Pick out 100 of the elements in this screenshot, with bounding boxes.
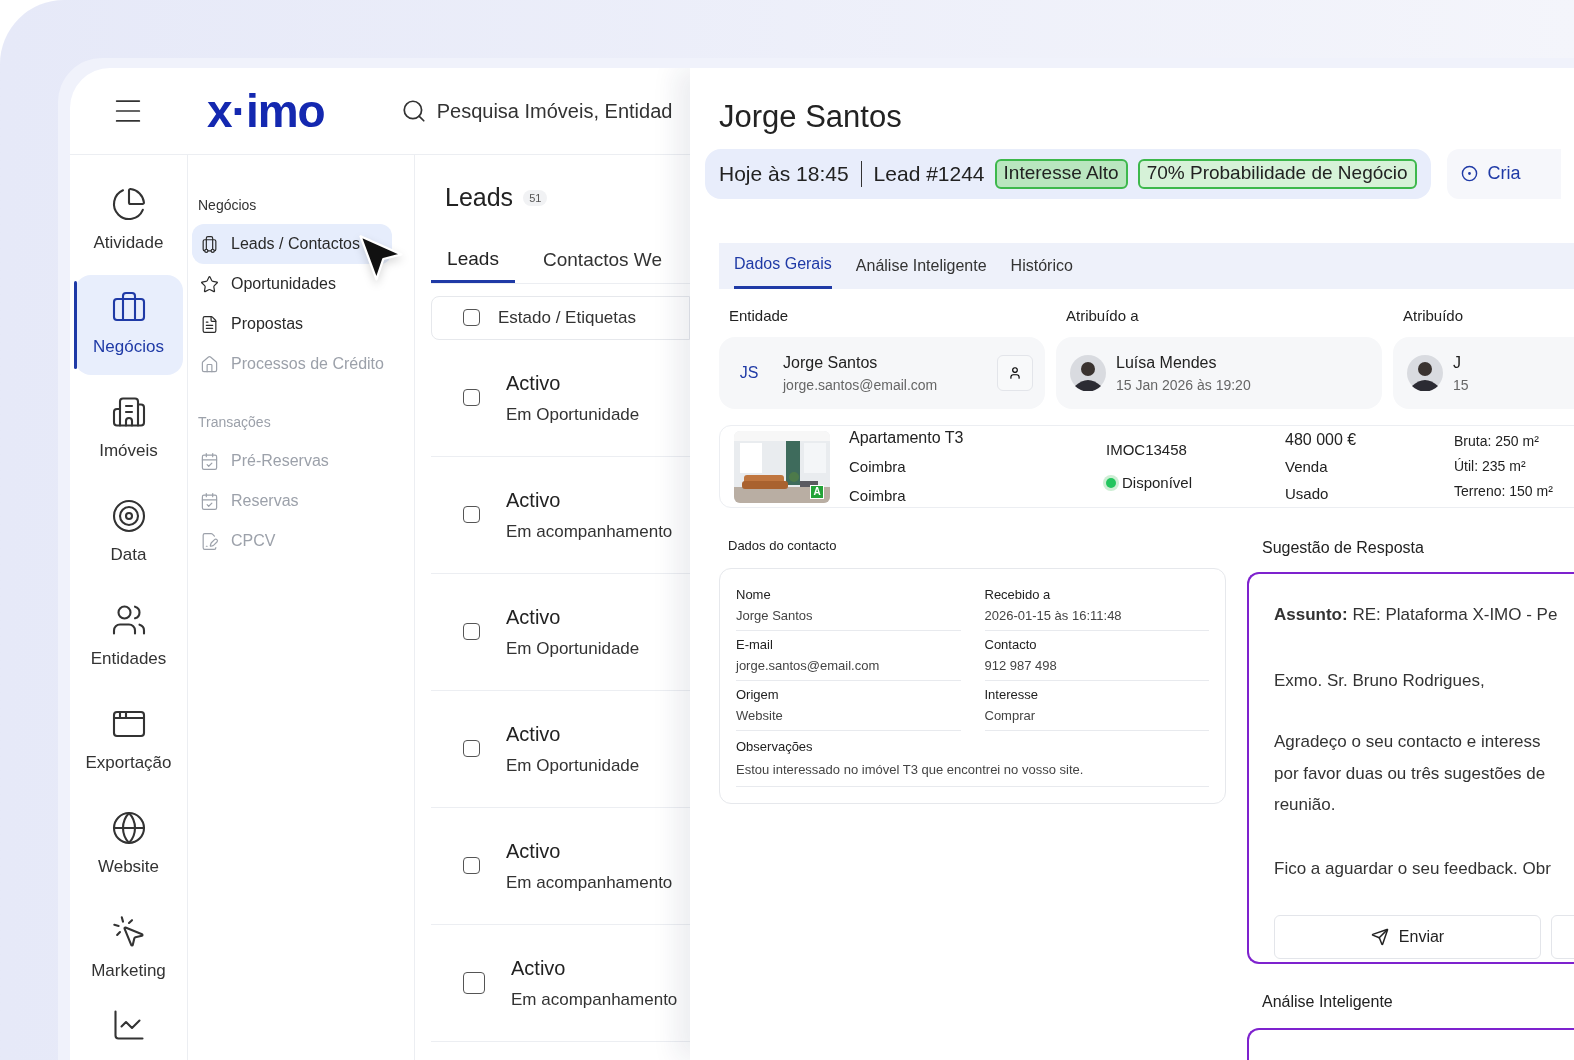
deal-type: Venda	[1285, 457, 1329, 477]
checkbox[interactable]	[463, 857, 480, 874]
lead-status: Activo	[506, 721, 562, 747]
field-label: Nome	[736, 585, 772, 604]
count-badge: 51	[523, 189, 548, 206]
meta-time: Hoje às 18:45	[719, 160, 849, 187]
initials: JS	[738, 363, 760, 383]
checkbox[interactable]	[463, 623, 480, 640]
list-tab[interactable]: Leads	[431, 238, 515, 283]
nav-icon	[110, 498, 147, 535]
section-title: Transações	[197, 413, 272, 432]
field-value: 2026-01-15 às 16:11:48	[984, 607, 1123, 625]
list-tab[interactable]: Contactos We	[529, 238, 676, 283]
lead-status: Activo	[511, 955, 567, 981]
property-area: Terreno: 150 m²	[1454, 481, 1553, 502]
profile-button[interactable]	[997, 355, 1033, 391]
detail-tab[interactable]: Dados Gerais	[734, 242, 832, 289]
property-price: 480 000 €	[1285, 430, 1358, 450]
lead-stage: Em Oportunidade	[506, 403, 640, 426]
logo[interactable]: x·imo	[207, 88, 325, 134]
email-body-line: reunião.	[1274, 794, 1337, 816]
field-label: Atribuído	[1402, 305, 1465, 326]
nav-item[interactable]: Imóveis	[74, 379, 183, 479]
create-button[interactable]: Cria	[1446, 148, 1561, 199]
email-greeting: Exmo. Sr. Bruno Rodrigues,	[1274, 669, 1486, 692]
email-body-line: Agradeço o seu contacto e interess	[1274, 731, 1542, 753]
field-value: Website	[736, 707, 784, 725]
lead-status: Activo	[506, 838, 562, 864]
field-label: Origem	[736, 685, 780, 704]
property-condition: Usado	[1285, 483, 1330, 504]
entity-card[interactable]: JS Jorge Santos jorge.santos@email.com	[719, 337, 1045, 409]
property-reference: IMOC13458	[1106, 440, 1188, 460]
assignee-card[interactable]: J 15	[1393, 337, 1574, 409]
email-closing: Fico a aguardar o seu feedback. Obr	[1274, 857, 1552, 880]
entity-name: Jorge Santos	[783, 352, 879, 373]
email-subject: Assunto: RE: Plataforma X-IMO - Pe	[1274, 604, 1559, 626]
field-value: 912 987 498	[984, 657, 1058, 675]
section-title: Dados do contacto	[727, 537, 838, 555]
property-location: Coimbra	[849, 485, 907, 506]
field-label: Atribuído a	[1065, 305, 1140, 326]
lead-number: Lead #1244	[873, 160, 985, 187]
send-button[interactable]: Enviar	[1274, 915, 1541, 959]
property-area: Bruta: 250 m²	[1454, 431, 1553, 452]
lead-status: Activo	[506, 604, 562, 630]
submenu-icon	[200, 314, 219, 334]
submenu-icon	[200, 274, 219, 294]
detail-tab[interactable]: Histórico	[1010, 242, 1073, 289]
field-value: Jorge Santos	[736, 607, 814, 625]
submenu-icon	[200, 354, 219, 374]
assignee-card[interactable]: Luísa Mendes 15 Jan 2026 às 19:20	[1056, 337, 1382, 409]
section-title: Sugestão de Resposta	[1261, 538, 1425, 558]
entity-email: jorge.santos@email.com	[783, 375, 939, 395]
checkbox[interactable]	[463, 971, 485, 994]
submenu-icon	[200, 234, 219, 254]
search-icon[interactable]	[400, 98, 427, 124]
lead-stage: Em Oportunidade	[506, 637, 640, 660]
user-icon	[1008, 366, 1022, 380]
nav-item[interactable]: Exportação	[74, 691, 183, 791]
nav-item[interactable]: Entidades	[74, 587, 183, 687]
submenu-icon	[200, 491, 219, 511]
section-title: Negócios	[197, 196, 258, 215]
submenu-item[interactable]: Oportunidades	[192, 264, 392, 304]
lead-stage: Em acompanhamento	[506, 520, 673, 543]
field-label: Contacto	[984, 635, 1038, 654]
assignee-name: J	[1453, 352, 1462, 373]
field-label: E-mail	[736, 635, 774, 654]
submenu-icon	[200, 531, 219, 551]
property-location: Coimbra	[849, 457, 907, 477]
nav-item[interactable]: Data	[74, 483, 183, 583]
email-body-line: por favor duas ou três sugestões de	[1274, 762, 1547, 785]
checkbox[interactable]	[463, 740, 480, 757]
field-label: Entidade	[728, 305, 790, 326]
checkbox[interactable]	[463, 389, 480, 406]
submenu-icon	[200, 451, 219, 471]
detail-tab[interactable]: Análise Inteligente	[855, 242, 987, 289]
property-status: Disponível	[1122, 472, 1193, 493]
search-field[interactable]: Pesquisa Imóveis, Entidad	[436, 96, 677, 126]
column-label: Estado / Etiquetas	[498, 306, 636, 329]
nav-item[interactable]: Negócios	[74, 275, 183, 375]
checkbox[interactable]	[463, 309, 480, 326]
status-badge: 70% Probabilidade de Negócio	[1137, 158, 1417, 189]
property-card[interactable]: A Apartamento T3 Coimbra Coimbra IMOC13458 Disponível 480 000 € Venda Usado Bruta: 250 m² Útil: 235 m² Terreno: 150 m²	[719, 425, 1574, 508]
field-value: jorge.santos@email.com	[736, 657, 881, 675]
nav-item[interactable]: Website	[74, 795, 183, 895]
lead-stage: Em acompanhamento	[511, 988, 678, 1011]
target-icon	[1460, 165, 1478, 182]
submenu-item[interactable]: Leads / Contactos	[192, 224, 392, 264]
list-title: Leads	[445, 182, 514, 213]
nav-item[interactable]: Marketing	[74, 899, 183, 999]
nav-item[interactable]: Atividade	[74, 171, 183, 271]
avatar	[1070, 355, 1106, 391]
nav-icon	[110, 186, 147, 223]
lead-stage: Em Oportunidade	[506, 754, 640, 777]
submenu-item[interactable]: Propostas	[192, 304, 392, 344]
lead-status: Activo	[506, 487, 562, 513]
assignee-name: Luísa Mendes	[1116, 352, 1218, 373]
assigned-date: 15	[1453, 375, 1469, 395]
assigned-date: 15 Jan 2026 às 19:20	[1116, 375, 1251, 395]
property-area: Útil: 235 m²	[1454, 456, 1553, 477]
checkbox[interactable]	[463, 506, 480, 523]
